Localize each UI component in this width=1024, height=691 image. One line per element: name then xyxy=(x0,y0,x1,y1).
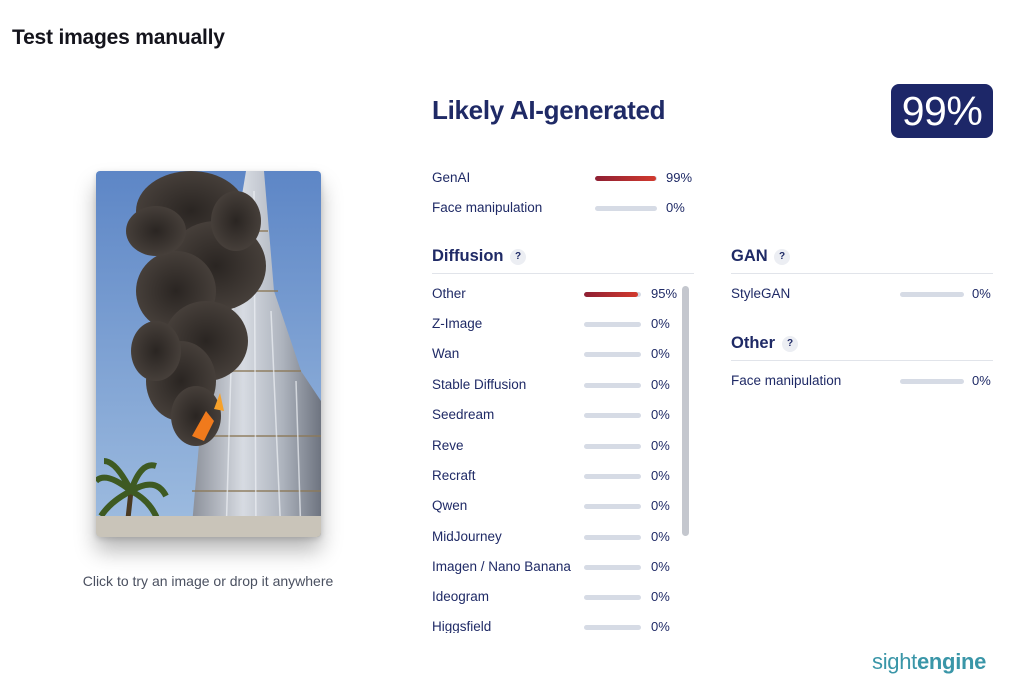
logo-text-bold: engine xyxy=(916,649,987,674)
score-bar xyxy=(584,474,641,479)
list-item: Ideogram 0% xyxy=(432,586,682,608)
section-diffusion: Diffusion ? xyxy=(432,244,694,274)
item-label: Seedream xyxy=(432,407,495,422)
item-label: Ideogram xyxy=(432,589,490,604)
section-gan: GAN ? xyxy=(731,244,993,274)
score-percent: 99% xyxy=(666,170,693,185)
score-percent: 0% xyxy=(666,200,685,215)
score-percent: 0% xyxy=(651,346,670,361)
item-label: Qwen xyxy=(432,498,468,513)
list-item: Reve 0% xyxy=(432,435,682,457)
section-title: Other xyxy=(731,334,776,352)
logo-text: sight xyxy=(872,649,917,674)
list-item: Qwen 0% xyxy=(432,495,682,517)
upload-hint[interactable]: Click to try an image or drop it anywher… xyxy=(60,573,356,589)
list-item: StyleGAN 0% xyxy=(731,283,993,305)
score-bar xyxy=(584,413,641,418)
score-bar xyxy=(584,595,641,600)
score-bar xyxy=(584,444,641,449)
sightengine-logo[interactable]: sightengine xyxy=(872,649,986,675)
score-percent: 0% xyxy=(651,589,670,604)
diffusion-scrollbar[interactable] xyxy=(682,286,689,536)
help-icon[interactable]: ? xyxy=(782,336,798,352)
page-title: Test images manually xyxy=(12,26,225,49)
item-label: Higgsfield xyxy=(432,619,492,633)
score-bar xyxy=(584,565,641,570)
score-percent: 0% xyxy=(651,468,670,483)
list-item: Stable Diffusion 0% xyxy=(432,374,682,396)
summary-row-genai: GenAI 99% xyxy=(432,168,694,188)
section-other: Other ? xyxy=(731,331,993,361)
list-item: Face manipulation 0% xyxy=(731,370,993,392)
list-item: Z-Image 0% xyxy=(432,313,682,335)
uploaded-image[interactable] xyxy=(96,171,321,537)
item-label: Other xyxy=(432,286,466,301)
score-percent: 0% xyxy=(651,377,670,392)
score-percent: 0% xyxy=(651,498,670,513)
score-bar xyxy=(584,383,641,388)
score-bar-fill xyxy=(595,176,657,181)
list-item: Higgsfield 0% xyxy=(432,616,682,633)
score-percent: 0% xyxy=(972,373,991,388)
score-percent: 0% xyxy=(651,316,670,331)
list-item: MidJourney 0% xyxy=(432,526,682,548)
list-item: Imagen / Nano Banana 0% xyxy=(432,556,682,578)
item-label: Z-Image xyxy=(432,316,483,331)
score-percent: 0% xyxy=(651,619,670,633)
building-fire-image xyxy=(96,171,321,537)
verdict-title: Likely AI-generated xyxy=(432,95,666,125)
score-percent: 0% xyxy=(651,407,670,422)
summary-row-face-manipulation: Face manipulation 0% xyxy=(432,198,694,218)
section-title: GAN xyxy=(731,247,768,265)
list-item: Wan 0% xyxy=(432,343,682,365)
item-label: Reve xyxy=(432,438,464,453)
score-bar xyxy=(900,292,964,297)
score-percent: 0% xyxy=(651,559,670,574)
score-bar xyxy=(584,292,641,297)
item-label: StyleGAN xyxy=(731,286,791,301)
diffusion-list[interactable]: Other 95% Z-Image 0% Wan 0% Stable Diffu… xyxy=(432,283,694,633)
summary-label: Face manipulation xyxy=(432,200,543,215)
list-item: Other 95% xyxy=(432,283,682,305)
score-bar xyxy=(595,176,657,181)
score-bar xyxy=(584,625,641,630)
score-percent: 95% xyxy=(651,286,678,301)
score-bar xyxy=(584,504,641,509)
score-bar-fill xyxy=(584,292,639,297)
item-label: Recraft xyxy=(432,468,476,483)
score-bar xyxy=(584,322,641,327)
item-label: MidJourney xyxy=(432,529,502,544)
score-bar xyxy=(584,535,641,540)
help-icon[interactable]: ? xyxy=(510,249,526,265)
item-label: Stable Diffusion xyxy=(432,377,527,392)
summary-label: GenAI xyxy=(432,170,471,185)
item-label: Face manipulation xyxy=(731,373,842,388)
score-percent: 0% xyxy=(651,529,670,544)
item-label: Wan xyxy=(432,346,460,361)
score-percent: 0% xyxy=(972,286,991,301)
section-title: Diffusion xyxy=(432,247,504,265)
help-icon[interactable]: ? xyxy=(774,249,790,265)
score-bar xyxy=(900,379,964,384)
score-bar xyxy=(584,352,641,357)
score-badge: 99% xyxy=(891,84,993,138)
score-percent: 0% xyxy=(651,438,670,453)
score-bar xyxy=(595,206,657,211)
item-label: Imagen / Nano Banana xyxy=(432,559,571,574)
list-item: Seedream 0% xyxy=(432,404,682,426)
list-item: Recraft 0% xyxy=(432,465,682,487)
